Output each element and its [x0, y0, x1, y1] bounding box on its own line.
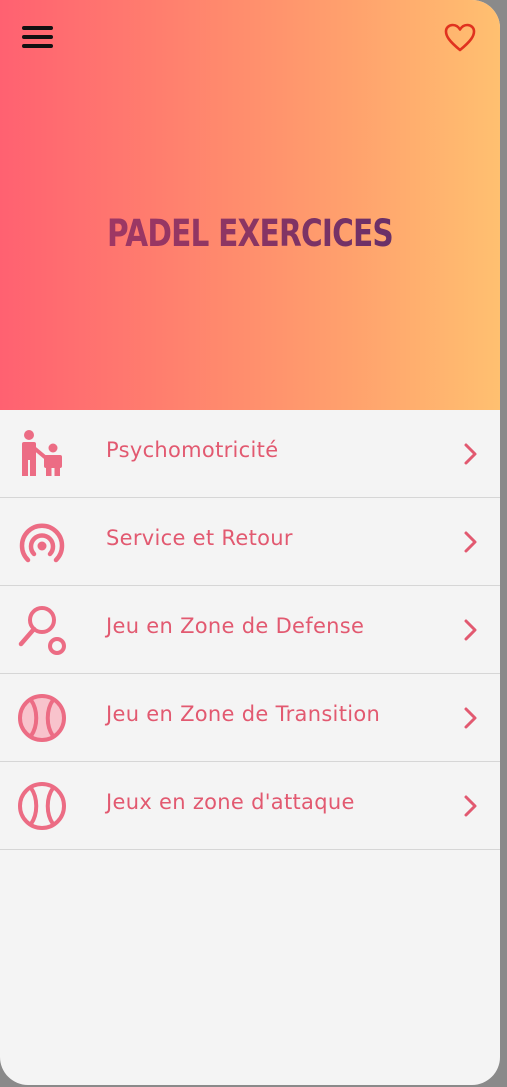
header-banner: PADEL EXERCICES — [0, 0, 500, 410]
list-item-zone-transition[interactable]: Jeu en Zone de Transition — [0, 674, 500, 762]
scrollbar-track — [500, 0, 507, 1087]
hamburger-menu-icon — [22, 26, 53, 30]
page-title: PADEL EXERCICES — [50, 210, 450, 258]
list-item-label: Jeu en Zone de Transition — [106, 702, 381, 726]
list-item-psychomotricite[interactable]: Psychomotricité — [0, 410, 500, 498]
list-item-label: Jeu en Zone de Defense — [106, 614, 365, 638]
menu-button[interactable] — [22, 26, 54, 48]
hamburger-menu-icon-bar — [22, 44, 53, 48]
hamburger-menu-icon-bar — [22, 35, 53, 39]
tennis-ball-filled-icon — [18, 694, 66, 742]
chevron-right-icon — [464, 619, 477, 641]
parent-child-icon — [22, 430, 62, 476]
chevron-right-icon — [464, 707, 477, 729]
list-item-service-et-retour[interactable]: Service et Retour — [0, 498, 500, 586]
list-item-zone-defense[interactable]: Jeu en Zone de Defense — [0, 586, 500, 674]
heart-outline-icon — [444, 23, 476, 52]
chevron-right-icon — [464, 795, 477, 817]
exercise-category-list: Psychomotricité Service et Retour Jeu en… — [0, 410, 500, 850]
racket-ball-icon — [18, 606, 66, 655]
favorites-button[interactable] — [443, 22, 477, 54]
signal-target-icon — [19, 523, 65, 563]
list-item-zone-attaque[interactable]: Jeux en zone d'attaque — [0, 762, 500, 850]
tennis-ball-outline-icon — [18, 782, 66, 830]
app-screen: PADEL EXERCICES Psychomotricité Service … — [0, 0, 500, 1085]
list-item-label: Service et Retour — [106, 526, 293, 550]
chevron-right-icon — [464, 443, 477, 465]
chevron-right-icon — [464, 531, 477, 553]
list-item-label: Jeux en zone d'attaque — [106, 790, 355, 814]
list-item-label: Psychomotricité — [106, 438, 279, 462]
